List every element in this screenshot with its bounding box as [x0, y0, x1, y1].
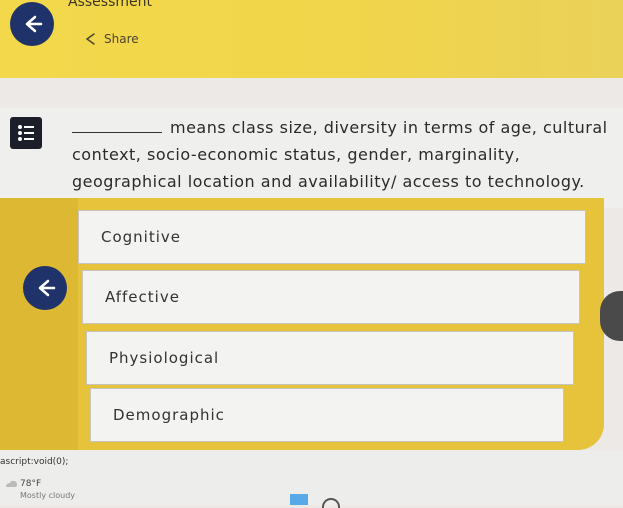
option-physiological[interactable]: Physiological: [86, 331, 574, 385]
answer-blank: [72, 120, 162, 133]
page-title: Assessment: [68, 0, 152, 10]
list-icon: [10, 117, 42, 149]
share-icon: [85, 33, 95, 45]
back-button[interactable]: [10, 2, 54, 46]
option-affective[interactable]: Affective: [82, 270, 580, 324]
question-text: means class size, diversity in terms of …: [72, 114, 612, 195]
options-panel-edge: [0, 198, 78, 450]
option-demographic[interactable]: Demographic: [90, 388, 564, 442]
taskbar-app-icon[interactable]: [290, 494, 308, 505]
option-cognitive[interactable]: Cognitive: [78, 210, 586, 264]
previous-arrow-button[interactable]: [23, 266, 67, 310]
status-bar: [0, 450, 623, 505]
weather-description: Mostly cloudy: [20, 491, 75, 500]
share-label: Share: [104, 32, 139, 46]
arrow-left-icon: [38, 279, 56, 297]
weather-temperature: 78°F: [20, 479, 42, 489]
status-url: ascript:void(0);: [0, 457, 69, 467]
mouse-cursor-overlay: [600, 291, 623, 341]
share-button[interactable]: Share: [84, 32, 139, 46]
cloud-sun-icon: [6, 480, 17, 487]
arrow-left-icon: [25, 15, 43, 33]
